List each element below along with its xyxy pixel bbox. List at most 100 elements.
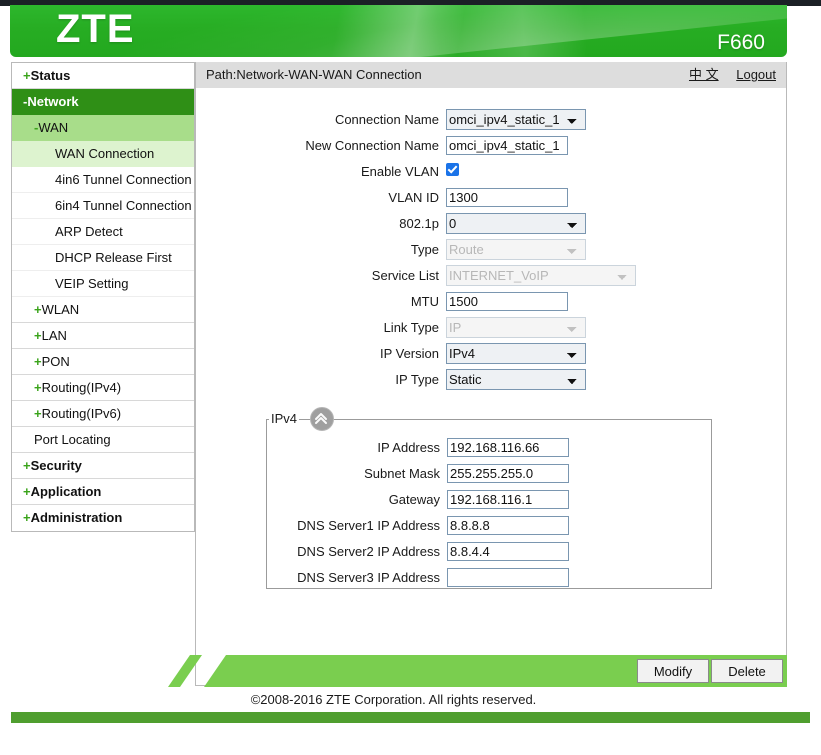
field-row-link-type: Link Type IP <box>196 314 786 340</box>
field-row-8021p: 802.1p 0 <box>196 210 786 236</box>
label-type: Type <box>196 242 446 257</box>
sidebar-item-security[interactable]: +Security <box>12 453 194 479</box>
sidebar-item-label: Status <box>31 68 71 83</box>
field-row-mtu: MTU <box>196 288 786 314</box>
expand-icon: + <box>34 302 42 317</box>
expand-icon: + <box>34 380 42 395</box>
sidebar-item-wan[interactable]: -WAN <box>12 115 194 141</box>
8021p-select[interactable]: 0 <box>446 213 586 234</box>
ip-version-select[interactable]: IPv4 <box>446 343 586 364</box>
sidebar-item-network[interactable]: -Network <box>12 89 194 115</box>
sidebar-item-routing-ipv4[interactable]: +Routing(IPv4) <box>12 375 194 401</box>
type-select: Route <box>446 239 586 260</box>
expand-icon: + <box>34 354 42 369</box>
field-row-ip-type: IP Type Static <box>196 366 786 392</box>
sidebar-item-dhcp-release-first[interactable]: DHCP Release First <box>12 245 194 271</box>
label-dns-server2-ip-address: DNS Server2 IP Address <box>267 544 447 559</box>
vlan-id-input[interactable] <box>446 188 568 207</box>
ip-address-input[interactable] <box>447 438 569 457</box>
copyright-text: ©2008-2016 ZTE Corporation. All rights r… <box>0 692 787 707</box>
dns-server1-ip-address-input[interactable] <box>447 516 569 535</box>
connection-name-select[interactable]: omci_ipv4_static_1 <box>446 109 586 130</box>
label-ip-address: IP Address <box>267 440 447 455</box>
footer-accent-slab-left <box>168 655 202 687</box>
sidebar-item-label: Application <box>31 484 102 499</box>
mtu-input[interactable] <box>446 292 568 311</box>
delete-button[interactable]: Delete <box>711 659 783 683</box>
sidebar-item-4in6-tunnel-connection[interactable]: 4in6 Tunnel Connection <box>12 167 194 193</box>
sidebar-item-label: PON <box>42 354 70 369</box>
label-link-type: Link Type <box>196 320 446 335</box>
sidebar-item-label: 6in4 Tunnel Connection <box>55 198 192 213</box>
breadcrumb: Path:Network-WAN-WAN Connection <box>206 67 422 82</box>
service-list-select: INTERNET_VoIP <box>446 265 636 286</box>
field-row-dns-server2-ip-address: DNS Server2 IP Address <box>267 538 711 564</box>
field-row-vlan-id: VLAN ID <box>196 184 786 210</box>
label-mtu: MTU <box>196 294 446 309</box>
sidebar-item-administration[interactable]: +Administration <box>12 505 194 531</box>
gateway-input[interactable] <box>447 490 569 509</box>
dns-server2-ip-address-input[interactable] <box>447 542 569 561</box>
breadcrumb-bar: Path:Network-WAN-WAN Connection 中 文 Logo… <box>196 62 786 88</box>
label-gateway: Gateway <box>267 492 447 507</box>
ipv4-field-list: IP Address Subnet Mask Gateway DNS Server1 … <box>267 420 711 590</box>
label-ip-version: IP Version <box>196 346 446 361</box>
sidebar-item-application[interactable]: +Application <box>12 479 194 505</box>
action-bar: Modify Delete <box>168 655 787 687</box>
sidebar-item-arp-detect[interactable]: ARP Detect <box>12 219 194 245</box>
logout-link[interactable]: Logout <box>736 67 776 82</box>
expand-icon: + <box>23 458 31 473</box>
ipv4-group-legend: IPv4 <box>269 412 299 426</box>
ip-type-select[interactable]: Static <box>446 369 586 390</box>
sidebar-item-lan[interactable]: +LAN <box>12 323 194 349</box>
field-row-dns-server1-ip-address: DNS Server1 IP Address <box>267 512 711 538</box>
sidebar-item-routing-ipv6[interactable]: +Routing(IPv6) <box>12 401 194 427</box>
action-buttons: Modify Delete <box>637 659 783 683</box>
label-enable-vlan: Enable VLAN <box>196 164 446 179</box>
expand-icon: + <box>23 510 31 525</box>
sidebar-item-label: Security <box>31 458 82 473</box>
ipv4-settings-group: IPv4 IP AddressSubnet MaskGatewayDNS Ser… <box>266 419 712 589</box>
sidebar-item-label: WAN <box>38 120 68 135</box>
enable-vlan-checkbox[interactable] <box>446 163 459 176</box>
sidebar-item-label: 4in6 Tunnel Connection <box>55 172 192 187</box>
sidebar-item-label: Port Locating <box>34 432 111 447</box>
subnet-mask-input[interactable] <box>447 464 569 483</box>
sidebar-item-pon[interactable]: +PON <box>12 349 194 375</box>
wan-connection-form: Connection Name omci_ipv4_static_1 New C… <box>196 88 786 392</box>
bottom-green-bar <box>11 712 810 723</box>
field-row-new-connection-name: New Connection Name <box>196 132 786 158</box>
content-panel: Path:Network-WAN-WAN Connection 中 文 Logo… <box>196 62 787 686</box>
field-row-service-list: Service List INTERNET_VoIP <box>196 262 786 288</box>
device-model-label: F660 <box>717 31 765 55</box>
sidebar-item-label: LAN <box>42 328 67 343</box>
sidebar-item-wan-connection[interactable]: WAN Connection <box>12 141 194 167</box>
field-row-subnet-mask: Subnet Mask <box>267 460 711 486</box>
sidebar-item-port-locating[interactable]: Port Locating <box>12 427 194 453</box>
field-row-enable-vlan: Enable VLAN <box>196 158 786 184</box>
dns-server3-ip-address-input[interactable] <box>447 568 569 587</box>
sidebar-item-6in4-tunnel-connection[interactable]: 6in4 Tunnel Connection <box>12 193 194 219</box>
sidebar-item-wlan[interactable]: +WLAN <box>12 297 194 323</box>
sidebar-item-label: WAN Connection <box>55 146 154 161</box>
expand-icon: + <box>23 484 31 499</box>
field-row-ip-address: IP Address <box>267 434 711 460</box>
double-chevron-up-icon[interactable] <box>310 407 334 431</box>
field-row-type: Type Route <box>196 236 786 262</box>
sidebar-item-label: WLAN <box>42 302 80 317</box>
field-row-ip-version: IP Version IPv4 <box>196 340 786 366</box>
new-connection-name-input[interactable] <box>446 136 568 155</box>
label-dns-server1-ip-address: DNS Server1 IP Address <box>267 518 447 533</box>
label-connection-name: Connection Name <box>196 112 446 127</box>
field-row-dns-server3-ip-address: DNS Server3 IP Address <box>267 564 711 590</box>
modify-button[interactable]: Modify <box>637 659 709 683</box>
header-links: 中 文 Logout <box>675 62 776 88</box>
label-8021p: 802.1p <box>196 216 446 231</box>
sidebar-item-status[interactable]: +Status <box>12 63 194 89</box>
sidebar-item-label: Network <box>27 94 78 109</box>
link-type-select: IP <box>446 317 586 338</box>
sidebar-item-label: DHCP Release First <box>55 250 172 265</box>
sidebar-item-veip-setting[interactable]: VEIP Setting <box>12 271 194 297</box>
sidebar-item-label: Administration <box>31 510 123 525</box>
language-switch-link[interactable]: 中 文 <box>689 67 719 82</box>
